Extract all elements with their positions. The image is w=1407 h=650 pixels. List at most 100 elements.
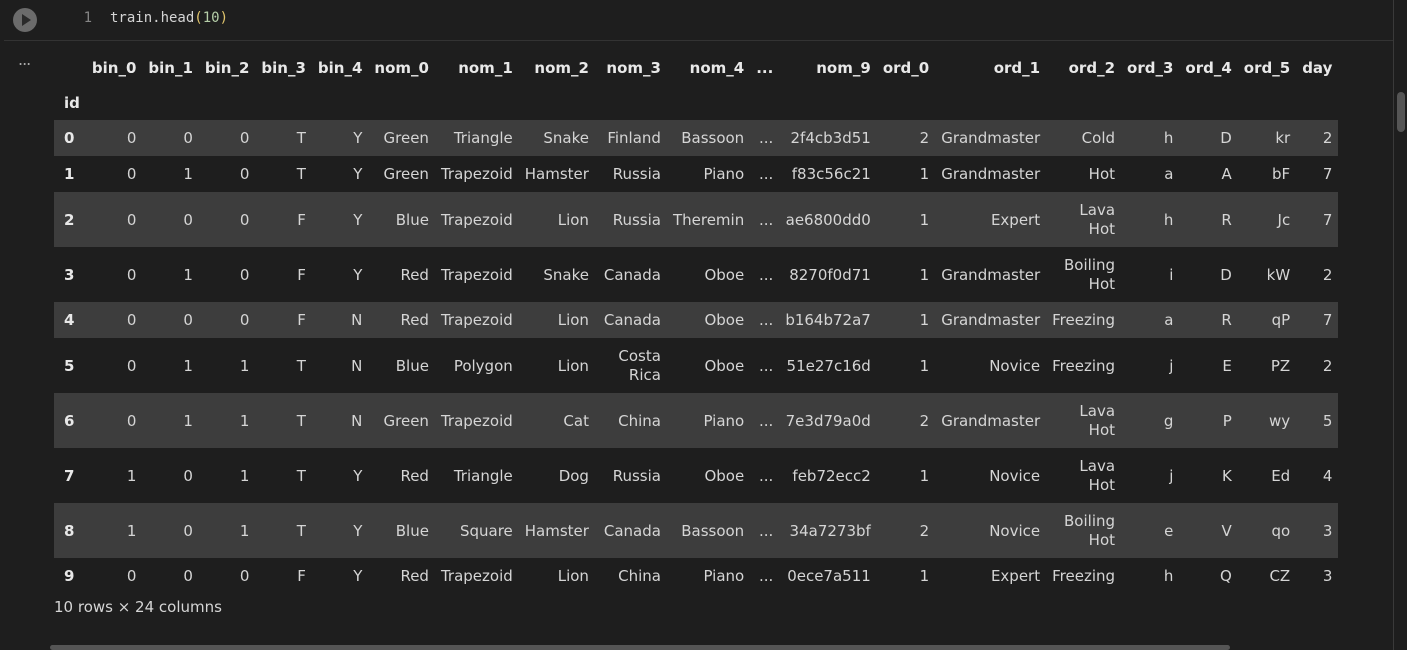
cell-border bbox=[1393, 0, 1394, 650]
dataframe-output: bin_0 bin_1 bin_2 bin_3 bin_4 nom_0 nom_1 nom_2… bbox=[54, 50, 1390, 590]
table-cell: Novice bbox=[989, 466, 1041, 485]
empty-header bbox=[1046, 85, 1121, 120]
table-cell: Y bbox=[353, 521, 363, 540]
table-cell: Y bbox=[353, 210, 363, 229]
table-cell: CZ bbox=[1269, 567, 1291, 585]
table-cell: Canada bbox=[603, 521, 661, 540]
table-cell: Canada bbox=[603, 265, 661, 284]
column-header: ord_3 bbox=[1127, 58, 1174, 77]
table-cell: kW bbox=[1266, 265, 1291, 284]
table-cell: 2 bbox=[1322, 265, 1333, 284]
code-cell-input[interactable]: 1 train.head(10) bbox=[0, 0, 1407, 40]
table-cell: 0 bbox=[183, 210, 193, 229]
table-cell: j bbox=[1169, 356, 1174, 375]
row-index: 6 bbox=[64, 411, 75, 430]
table-cell: T bbox=[296, 165, 306, 183]
empty-header bbox=[368, 85, 435, 120]
table-cell: 0 bbox=[126, 356, 137, 375]
table-cell: Cat bbox=[563, 411, 589, 430]
empty-header bbox=[877, 85, 935, 120]
table-cell: PZ bbox=[1270, 356, 1291, 375]
table-cell: 7 bbox=[1322, 210, 1333, 229]
table-cell: 1 bbox=[919, 356, 930, 375]
table-cell: Freezing bbox=[1052, 356, 1116, 375]
table-cell: 1 bbox=[919, 165, 930, 183]
table-cell: Snake bbox=[543, 129, 589, 147]
table-row: 0 0 0 0 T Y Green Triangle Snake Finland Bassoon..… bbox=[54, 120, 1339, 156]
column-header: bin_1 bbox=[148, 58, 193, 77]
table-cell: Blue bbox=[395, 521, 429, 540]
table-cell: 1 bbox=[239, 466, 250, 485]
table-row: 1 0 1 0 T Y Green Trapezoid Hamster Russia Piano..… bbox=[54, 156, 1339, 192]
table-cell: Dog bbox=[558, 466, 589, 485]
index-name: id bbox=[64, 93, 80, 112]
column-header: ord_1 bbox=[993, 58, 1041, 77]
table-cell: Ed bbox=[1271, 466, 1291, 485]
table-cell: N bbox=[351, 356, 363, 375]
run-cell-button[interactable] bbox=[13, 8, 37, 32]
table-cell: 0 bbox=[126, 311, 137, 329]
code-editor[interactable]: train.head(10) bbox=[110, 10, 228, 26]
table-cell: 0 bbox=[183, 129, 193, 147]
table-cell: Boiling Hot bbox=[1064, 511, 1116, 549]
table-cell: Cold bbox=[1081, 129, 1116, 147]
table-cell: Oboe bbox=[704, 466, 745, 485]
table-cell: Boiling Hot bbox=[1064, 255, 1116, 293]
row-index: 5 bbox=[64, 356, 75, 375]
table-cell: T bbox=[296, 411, 306, 430]
table-cell: Y bbox=[353, 129, 363, 147]
table-cell: 1 bbox=[183, 411, 193, 430]
column-header: bin_4 bbox=[317, 58, 363, 77]
table-cell: 0 bbox=[126, 165, 137, 183]
table-cell: N bbox=[351, 411, 363, 430]
table-cell: 0 bbox=[239, 567, 250, 585]
column-header: ord_0 bbox=[882, 58, 930, 77]
table-cell: Hamster bbox=[524, 165, 589, 183]
table-cell: Trapezoid bbox=[440, 567, 513, 585]
table-row: 5 0 1 1 T N Blue Polygon Lion Costa Rica Oboe... 51… bbox=[54, 338, 1339, 393]
table-cell: ... bbox=[759, 210, 774, 229]
table-cell: 1 bbox=[183, 356, 193, 375]
table-cell: 4 bbox=[1322, 466, 1333, 485]
table-cell: Y bbox=[353, 165, 363, 183]
table-cell: Polygon bbox=[453, 356, 513, 375]
table-cell: 51e27c16d bbox=[786, 356, 871, 375]
empty-header bbox=[255, 85, 312, 120]
table-cell: K bbox=[1221, 466, 1232, 485]
table-cell: 0 bbox=[183, 567, 193, 585]
table-cell: Piano bbox=[703, 411, 745, 430]
table-cell: ae6800dd0 bbox=[785, 210, 871, 229]
column-header: nom_0 bbox=[374, 58, 429, 77]
table-cell: Green bbox=[383, 165, 429, 183]
table-cell: ... bbox=[759, 567, 774, 585]
table-cell: Y bbox=[353, 567, 363, 585]
row-index: 7 bbox=[64, 466, 75, 485]
table-row: 3 0 1 0 F Y Red Trapezoid Snake Canada Oboe... 8270… bbox=[54, 247, 1339, 302]
table-cell: Grandmaster bbox=[941, 165, 1041, 183]
table-row: 8 1 0 1 T Y Blue Square Hamster Canada Bassoon... 3… bbox=[54, 503, 1339, 558]
table-cell: 2 bbox=[919, 411, 930, 430]
column-header: day bbox=[1302, 58, 1333, 77]
table-cell: Freezing bbox=[1052, 567, 1116, 585]
table-cell: 3 bbox=[1322, 521, 1333, 540]
vertical-scrollbar[interactable] bbox=[1397, 92, 1405, 132]
table-cell: h bbox=[1163, 129, 1174, 147]
table-cell: Piano bbox=[703, 165, 745, 183]
horizontal-scrollbar[interactable] bbox=[50, 645, 1230, 650]
table-cell: Freezing bbox=[1052, 311, 1116, 329]
column-header: nom_2 bbox=[534, 58, 589, 77]
table-cell: ... bbox=[759, 311, 774, 329]
table-cell: Oboe bbox=[704, 265, 745, 284]
table-cell: Trapezoid bbox=[440, 210, 513, 229]
table-cell: Canada bbox=[603, 311, 661, 329]
code-argument: 10 bbox=[202, 10, 220, 26]
row-index: 1 bbox=[64, 165, 75, 183]
table-cell: Red bbox=[400, 567, 429, 585]
output-menu-icon[interactable]: ... bbox=[18, 50, 31, 69]
row-index: 4 bbox=[64, 311, 75, 329]
table-cell: 0 bbox=[126, 210, 137, 229]
table-cell: F bbox=[297, 567, 306, 585]
table-cell: a bbox=[1164, 165, 1174, 183]
table-cell: 34a7273bf bbox=[789, 521, 871, 540]
table-cell: Lava Hot bbox=[1079, 456, 1116, 494]
